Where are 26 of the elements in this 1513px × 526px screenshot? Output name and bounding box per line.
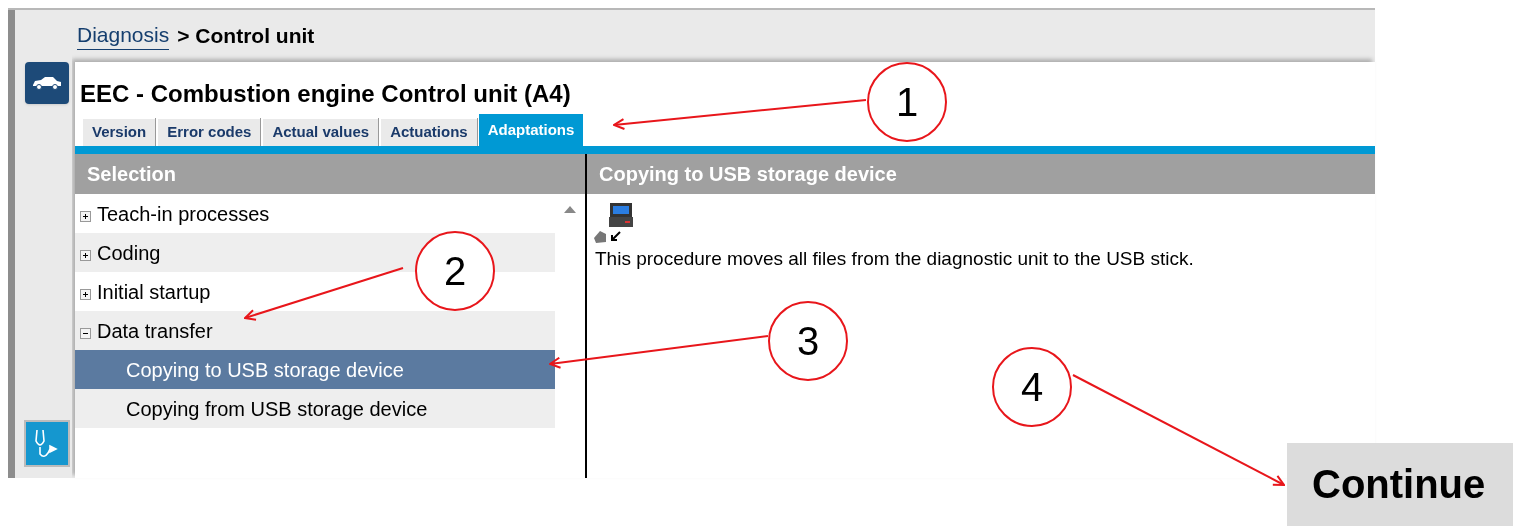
tree-item-label: Initial startup bbox=[97, 279, 211, 305]
tab[interactable]: Version bbox=[82, 118, 156, 146]
collapse-icon[interactable] bbox=[80, 327, 91, 339]
continue-button[interactable]: Continue bbox=[1287, 443, 1513, 526]
stethoscope-button[interactable] bbox=[24, 420, 70, 467]
panel-header: Copying to USB storage device bbox=[587, 154, 1375, 194]
tab[interactable]: Error codes bbox=[157, 118, 261, 146]
tree-item-label: Data transfer bbox=[97, 318, 213, 344]
car-button[interactable] bbox=[25, 62, 69, 104]
description-text: This procedure moves all files from the diagnostic unit to the USB stick. bbox=[594, 247, 1195, 271]
tree-item[interactable]: Copying to USB storage device bbox=[75, 350, 555, 389]
tab[interactable]: Actuations bbox=[380, 118, 477, 146]
expand-icon[interactable] bbox=[80, 249, 91, 261]
panel-header: Selection bbox=[75, 154, 585, 194]
tree-item[interactable]: Copying from USB storage device bbox=[75, 389, 555, 428]
expand-icon[interactable] bbox=[80, 288, 91, 300]
expand-icon[interactable] bbox=[80, 210, 91, 222]
tab[interactable]: Actual values bbox=[262, 118, 379, 146]
tree-item[interactable]: Data transfer bbox=[75, 311, 555, 350]
tree-item-label: Coding bbox=[97, 240, 161, 266]
car-icon bbox=[31, 76, 63, 90]
scroll-up-icon[interactable] bbox=[564, 206, 576, 213]
breadcrumb-link[interactable]: Diagnosis bbox=[77, 22, 170, 50]
tree-item-label: Teach-in processes bbox=[97, 201, 270, 227]
breadcrumb-current: > Control unit bbox=[177, 23, 315, 50]
control-unit-title: EEC - Combustion engine Control unit (A4) bbox=[80, 80, 571, 107]
